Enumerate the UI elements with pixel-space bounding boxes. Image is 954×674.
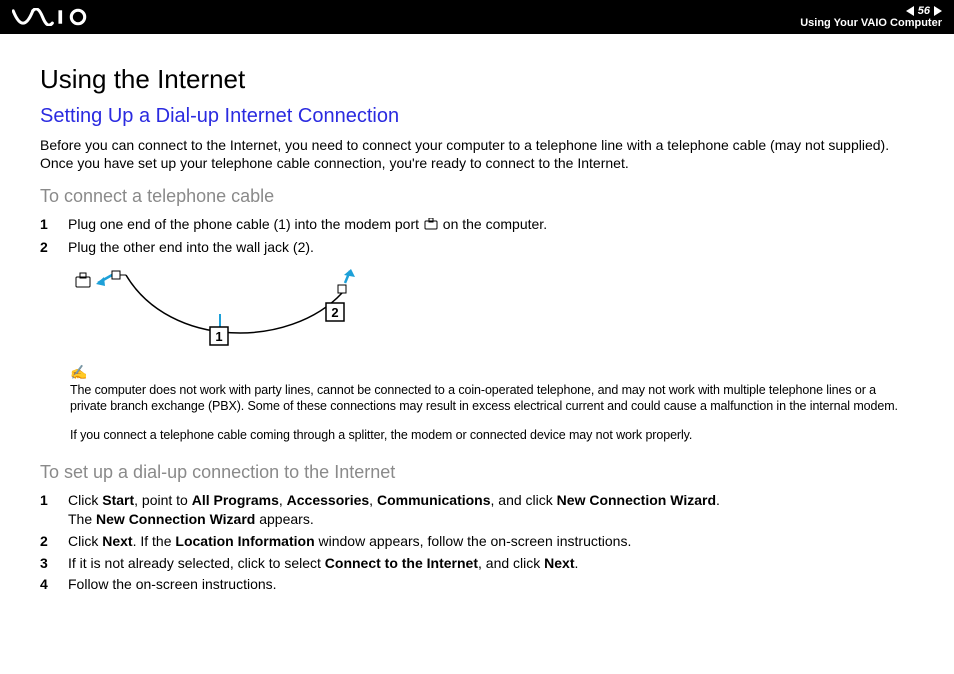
note-icon: ✍ [70, 364, 914, 381]
page-content: Using the Internet Setting Up a Dial-up … [0, 34, 954, 636]
step-text: Plug the other end into the wall jack (2… [68, 238, 314, 257]
step-number: 4 [40, 575, 54, 594]
list-item: 2 Plug the other end into the wall jack … [40, 238, 914, 257]
subsection-heading: To connect a telephone cable [40, 186, 914, 207]
prev-page-icon[interactable] [906, 6, 914, 16]
modem-port-icon [424, 216, 438, 235]
page-title: Using the Internet [40, 64, 914, 95]
vaio-logo [12, 8, 122, 26]
step-number: 2 [40, 532, 54, 551]
step-number: 2 [40, 238, 54, 257]
list-item: 3 If it is not already selected, click t… [40, 554, 914, 573]
page-number: 56 [918, 5, 930, 17]
note-block: ✍ The computer does not work with party … [70, 364, 914, 444]
note-text-1: The computer does not work with party li… [70, 383, 914, 414]
next-page-icon[interactable] [934, 6, 942, 16]
note-text-2: If you connect a telephone cable coming … [70, 428, 914, 444]
subsection-heading: To set up a dial-up connection to the In… [40, 462, 914, 483]
header-right: 56 Using Your VAIO Computer [800, 5, 942, 29]
list-item: 1 Plug one end of the phone cable (1) in… [40, 215, 914, 235]
steps-list-1: 1 Plug one end of the phone cable (1) in… [40, 215, 914, 257]
svg-text:2: 2 [331, 305, 338, 320]
step-number: 3 [40, 554, 54, 573]
steps-list-2: 1 Click Start, point to All Programs, Ac… [40, 491, 914, 594]
step-text: Plug one end of the phone cable (1) into… [68, 215, 547, 235]
chapter-title: Using Your VAIO Computer [800, 17, 942, 29]
list-item: 1 Click Start, point to All Programs, Ac… [40, 491, 914, 529]
cable-diagram: 1 2 [70, 269, 914, 354]
step-number: 1 [40, 491, 54, 529]
list-item: 2 Click Next. If the Location Informatio… [40, 532, 914, 551]
section-title: Setting Up a Dial-up Internet Connection [40, 105, 914, 128]
step-text: Follow the on-screen instructions. [68, 575, 277, 594]
step-number: 1 [40, 215, 54, 235]
step-text: If it is not already selected, click to … [68, 554, 578, 573]
step-text: Click Next. If the Location Information … [68, 532, 631, 551]
header-bar: 56 Using Your VAIO Computer [0, 0, 954, 34]
page-nav[interactable]: 56 [906, 5, 942, 17]
list-item: 4 Follow the on-screen instructions. [40, 575, 914, 594]
intro-paragraph: Before you can connect to the Internet, … [40, 136, 914, 172]
step-text: Click Start, point to All Programs, Acce… [68, 491, 720, 529]
svg-text:1: 1 [215, 329, 222, 344]
